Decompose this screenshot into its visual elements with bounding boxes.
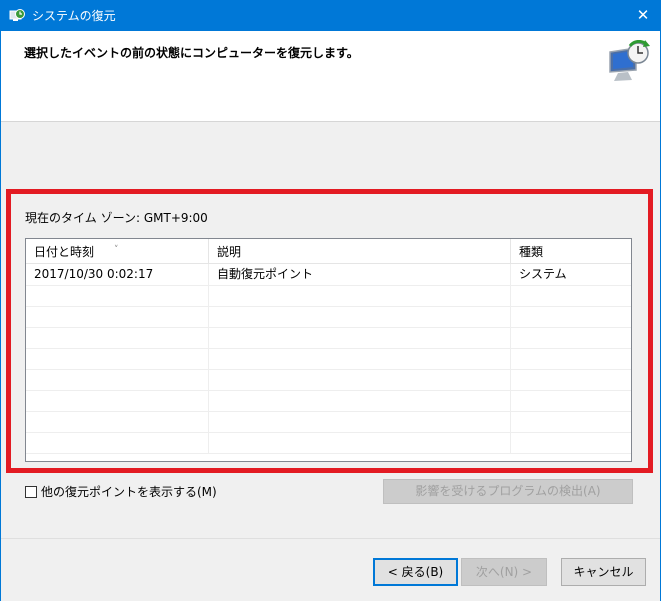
next-button[interactable]: 次へ(N) > [461,558,547,586]
table-row[interactable]: 2017/10/30 0:02:17 自動復元ポイント システム [26,264,631,286]
header-panel: 選択したイベントの前の状態にコンピューターを復元します。 [1,31,660,122]
column-label: 説明 [217,245,242,259]
list-header: ˅ 日付と時刻 説明 種類 [26,239,631,264]
system-restore-icon [9,8,25,21]
restore-point-list[interactable]: ˅ 日付と時刻 説明 種類 2017/10/30 0:02:17 自動復元ポイン… [25,238,632,462]
title-bar: システムの復元 ✕ [0,0,661,31]
page-heading: 選択したイベントの前の状態にコンピューターを復元します。 [24,46,359,60]
window-title: システムの復元 [32,9,116,23]
scan-affected-programs-button[interactable]: 影響を受けるプログラムの検出(A) [383,479,633,504]
empty-row [26,327,631,349]
close-icon[interactable]: ✕ [633,5,653,25]
empty-row [26,348,631,370]
cell-description: 自動復元ポイント [209,264,511,285]
column-header-type[interactable]: 種類 [511,239,631,263]
timezone-label: 現在のタイム ゾーン: GMT+9:00 [25,211,208,225]
footer-divider [1,538,660,539]
cell-datetime: 2017/10/30 0:02:17 [26,264,209,285]
column-label: 種類 [519,245,544,259]
empty-row [26,411,631,433]
column-header-description[interactable]: 説明 [209,239,511,263]
empty-row [26,306,631,328]
cancel-button[interactable]: キャンセル [561,558,646,586]
show-more-restore-points[interactable]: 他の復元ポイントを表示する(M) [25,483,217,500]
cell-type: システム [519,267,567,281]
sort-down-icon: ˅ [114,245,119,255]
column-label: 日付と時刻 [34,245,95,259]
empty-row [26,390,631,412]
column-header-datetime[interactable]: ˅ 日付と時刻 [26,239,209,263]
empty-row [26,285,631,307]
show-more-checkbox[interactable] [25,485,37,498]
system-restore-monitor-icon [609,40,650,81]
back-button[interactable]: < 戻る(B) [373,558,458,586]
empty-row [26,432,631,454]
show-more-label: 他の復元ポイントを表示する(M) [41,485,217,499]
empty-row [26,369,631,391]
